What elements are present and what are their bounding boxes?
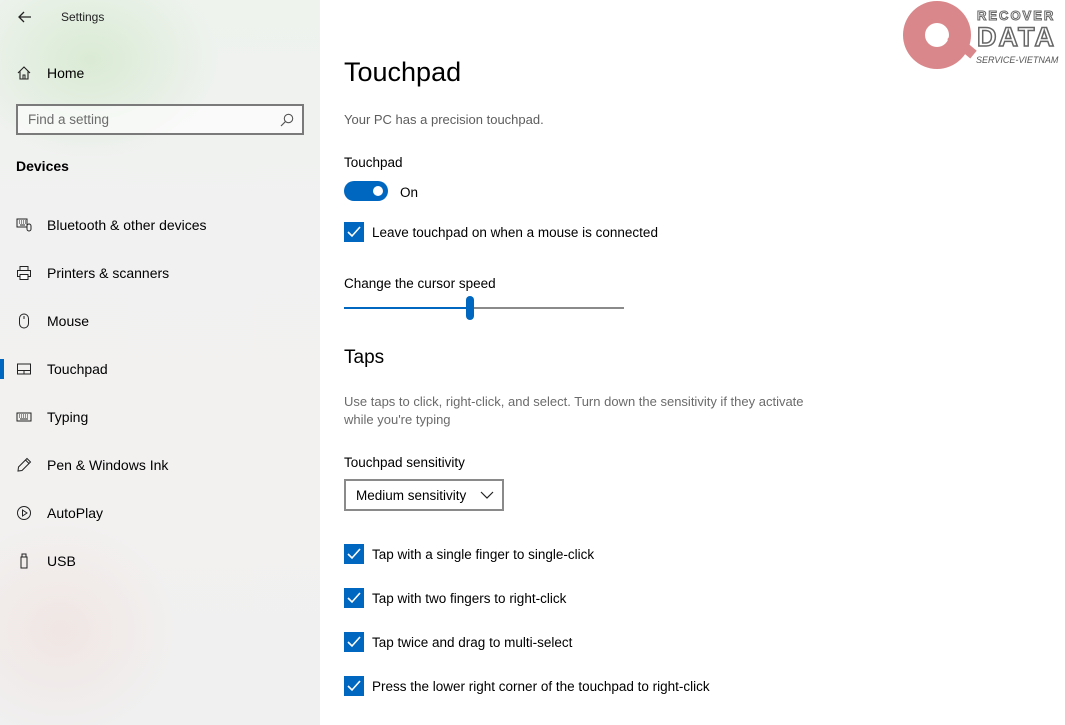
search-input[interactable]: Find a setting (16, 104, 304, 135)
watermark-logo: RECOVER DATA SERVICE-VIETNAM (903, 0, 1065, 70)
home-icon (17, 66, 31, 80)
sidebar-item-label: Bluetooth & other devices (47, 217, 207, 233)
page-description: Your PC has a precision touchpad. (344, 112, 544, 127)
nav-home[interactable]: Home (16, 62, 306, 84)
checkbox-checked-icon (344, 544, 364, 564)
sidebar-item-label: AutoPlay (47, 505, 104, 521)
active-indicator (0, 359, 4, 379)
checkbox-label: Tap twice and drag to multi-select (372, 634, 573, 650)
sensitivity-value: Medium sensitivity (356, 488, 467, 503)
sidebar-item-label: Printers & scanners (47, 265, 170, 281)
app-title: Settings (61, 10, 105, 24)
pen-icon (16, 457, 32, 473)
tap-two-fingers-checkbox[interactable]: Tap with two fingers to right-click (344, 588, 566, 608)
sidebar: Settings Home Find a setting Devices Blu… (0, 0, 320, 725)
autoplay-icon (16, 505, 32, 521)
chevron-down-icon (480, 491, 494, 499)
sensitivity-label: Touchpad sensitivity (344, 455, 465, 470)
checkbox-checked-icon (344, 632, 364, 652)
taps-description: Use taps to click, right-click, and sele… (344, 394, 804, 427)
toggle-knob (373, 186, 383, 196)
title-bar: Settings (0, 0, 320, 34)
back-arrow-icon (18, 11, 31, 23)
sidebar-item-label: Typing (47, 409, 89, 425)
watermark-line1: RECOVER (976, 8, 1056, 24)
lower-right-corner-checkbox[interactable]: Press the lower right corner of the touc… (344, 676, 710, 696)
bluetooth-devices-icon (16, 217, 32, 233)
checkbox-label: Leave touchpad on when a mouse is connec… (372, 224, 658, 240)
sidebar-item-usb[interactable]: USB (0, 537, 320, 585)
sidebar-item-touchpad[interactable]: Touchpad (0, 345, 320, 393)
checkbox-checked-icon (344, 222, 364, 242)
sidebar-item-label: USB (47, 553, 76, 569)
keyboard-icon (16, 409, 32, 425)
page-title: Touchpad (344, 57, 462, 87)
sidebar-item-autoplay[interactable]: AutoPlay (0, 489, 320, 537)
sidebar-item-typing[interactable]: Typing (0, 393, 320, 441)
section-heading: Devices (16, 158, 69, 174)
tap-twice-drag-checkbox[interactable]: Tap twice and drag to multi-select (344, 632, 572, 652)
checkbox-label: Press the lower right corner of the touc… (372, 678, 710, 694)
sensitivity-dropdown[interactable]: Medium sensitivity (344, 479, 504, 511)
search-placeholder: Find a setting (28, 112, 110, 127)
tap-single-finger-checkbox[interactable]: Tap with a single finger to single-click (344, 544, 594, 564)
printer-icon (16, 265, 32, 281)
touchpad-toggle-label: Touchpad (344, 155, 403, 170)
checkbox-label: Tap with two fingers to right-click (372, 590, 567, 606)
sidebar-item-printers[interactable]: Printers & scanners (0, 249, 320, 297)
watermark-ring (903, 1, 971, 69)
taps-heading: Taps (344, 347, 385, 368)
leave-touchpad-on-checkbox[interactable]: Leave touchpad on when a mouse is connec… (344, 222, 658, 242)
nav-list: Bluetooth & other devices Printers & sca… (0, 201, 320, 585)
sidebar-item-mouse[interactable]: Mouse (0, 297, 320, 345)
search-icon (280, 113, 294, 127)
mouse-icon (16, 313, 32, 329)
sidebar-item-label: Mouse (47, 313, 90, 329)
touchpad-toggle[interactable] (344, 181, 388, 201)
slider-fill (344, 307, 470, 309)
watermark-line3: SERVICE-VIETNAM (976, 55, 1059, 65)
back-button[interactable] (14, 6, 36, 28)
checkbox-checked-icon (344, 676, 364, 696)
sidebar-item-bluetooth[interactable]: Bluetooth & other devices (0, 201, 320, 249)
cursor-speed-slider[interactable] (344, 296, 624, 320)
slider-thumb[interactable] (466, 296, 474, 320)
main-content: Touchpad Your PC has a precision touchpa… (320, 0, 1065, 725)
sidebar-item-label: Touchpad (47, 361, 108, 377)
cursor-speed-label: Change the cursor speed (344, 276, 496, 291)
watermark-line2: DATA (976, 21, 1056, 53)
nav-home-label: Home (47, 65, 85, 81)
touchpad-toggle-state: On (400, 185, 419, 200)
checkbox-label: Tap with a single finger to single-click (372, 546, 595, 562)
checkbox-checked-icon (344, 588, 364, 608)
usb-icon (16, 553, 32, 569)
touchpad-icon (16, 361, 32, 377)
sidebar-item-pen[interactable]: Pen & Windows Ink (0, 441, 320, 489)
sidebar-item-label: Pen & Windows Ink (47, 457, 169, 473)
